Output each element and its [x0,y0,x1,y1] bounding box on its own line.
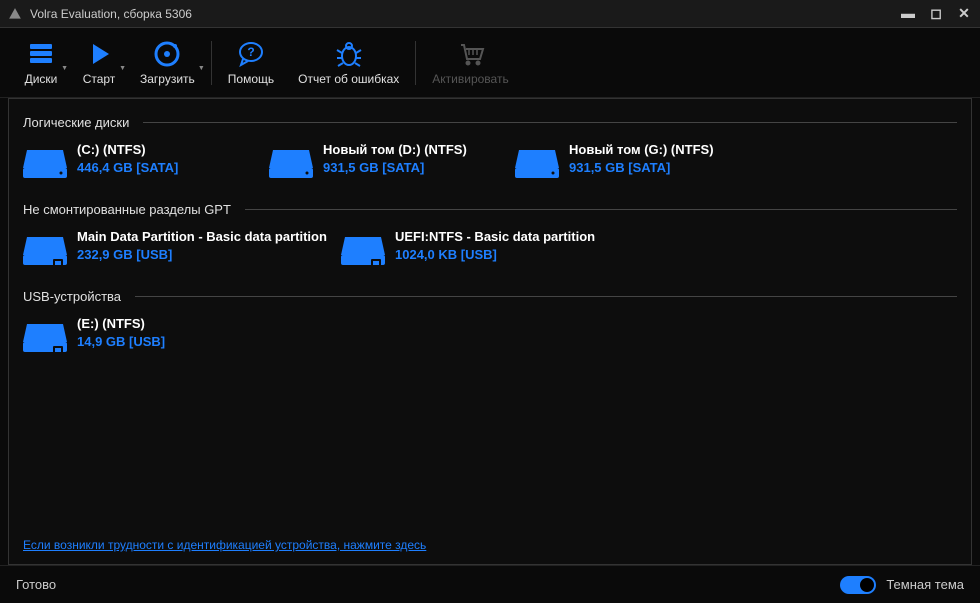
dropdown-icon: ▼ [119,65,126,72]
hdd-icon [515,142,559,182]
disks-label: Диски [25,72,58,86]
drive-name: (C:) (NTFS) [77,142,178,157]
drive-name: UEFI:NTFS - Basic data partition [395,229,595,244]
theme-label: Темная тема [886,577,964,592]
divider [143,122,957,123]
drive-size: 232,9 GB [USB] [77,247,327,262]
section-gpt: Не смонтированные разделы GPT [23,202,957,217]
load-label: Загрузить [140,72,195,86]
divider [135,296,957,297]
drive-size: 14,9 GB [USB] [77,334,165,349]
usb-drive-icon [23,229,67,269]
drive-name: Новый том (D:) (NTFS) [323,142,467,157]
drive-item[interactable]: Main Data Partition - Basic data partiti… [23,229,333,269]
activate-button[interactable]: Активировать [420,34,520,92]
section-usb: USB-устройства [23,289,957,304]
theme-toggle[interactable] [840,576,876,594]
usb-drive-icon [341,229,385,269]
minimize-button[interactable]: ▬ [900,5,916,22]
statusbar: Готово Темная тема [0,565,980,603]
hdd-icon [23,142,67,182]
help-button[interactable]: ? Помощь [216,34,286,92]
usb-drive-icon [23,316,67,356]
drive-item[interactable]: (C:) (NTFS) 446,4 GB [SATA] [23,142,261,182]
section-logical: Логические диски [23,115,957,130]
activate-label: Активировать [432,72,508,86]
drive-item[interactable]: Новый том (G:) (NTFS) 931,5 GB [SATA] [515,142,753,182]
drive-size: 1024,0 KB [USB] [395,247,595,262]
maximize-button[interactable]: ◻ [928,5,944,22]
bugreport-label: Отчет об ошибках [298,72,399,86]
help-label: Помощь [228,72,274,86]
start-button[interactable]: Старт ▼ [70,34,128,92]
titlebar: Volга Evaluation, сборка 5306 ▬ ◻ ✕ [0,0,980,28]
drive-name: (E:) (NTFS) [77,316,165,331]
drive-size: 446,4 GB [SATA] [77,160,178,175]
window-title: Volга Evaluation, сборка 5306 [30,7,900,21]
drive-size: 931,5 GB [SATA] [569,160,714,175]
disks-icon [27,40,55,68]
hdd-icon [269,142,313,182]
cart-icon [457,40,485,68]
divider [245,209,957,210]
section-title: USB-устройства [23,289,121,304]
dropdown-icon: ▼ [198,65,205,72]
drive-item[interactable]: UEFI:NTFS - Basic data partition 1024,0 K… [341,229,651,269]
section-title: Не смонтированные разделы GPT [23,202,231,217]
bugreport-button[interactable]: Отчет об ошибках [286,34,411,92]
content-area: Логические диски (C:) (NTFS) 446,4 GB [SA… [8,98,972,565]
drive-item[interactable]: Новый том (D:) (NTFS) 931,5 GB [SATA] [269,142,507,182]
start-label: Старт [83,72,116,86]
section-title: Логические диски [23,115,129,130]
help-icon: ? [237,40,265,68]
dropdown-icon: ▼ [61,65,68,72]
load-button[interactable]: Загрузить ▼ [128,34,207,92]
status-text: Готово [16,577,840,592]
separator [211,41,212,85]
app-icon [8,7,22,21]
drive-size: 931,5 GB [SATA] [323,160,467,175]
help-link[interactable]: Если возникли трудности с идентификацией… [23,538,957,552]
toolbar: Диски ▼ Старт ▼ Загрузить ▼ ? Помощь [0,28,980,98]
bug-icon [335,40,363,68]
disks-button[interactable]: Диски ▼ [12,34,70,92]
drive-item[interactable]: (E:) (NTFS) 14,9 GB [USB] [23,316,261,356]
drive-name: Новый том (G:) (NTFS) [569,142,714,157]
play-icon [85,40,113,68]
separator [415,41,416,85]
close-button[interactable]: ✕ [956,5,972,22]
drive-name: Main Data Partition - Basic data partiti… [77,229,327,244]
disc-icon [153,40,181,68]
svg-text:?: ? [247,45,254,59]
